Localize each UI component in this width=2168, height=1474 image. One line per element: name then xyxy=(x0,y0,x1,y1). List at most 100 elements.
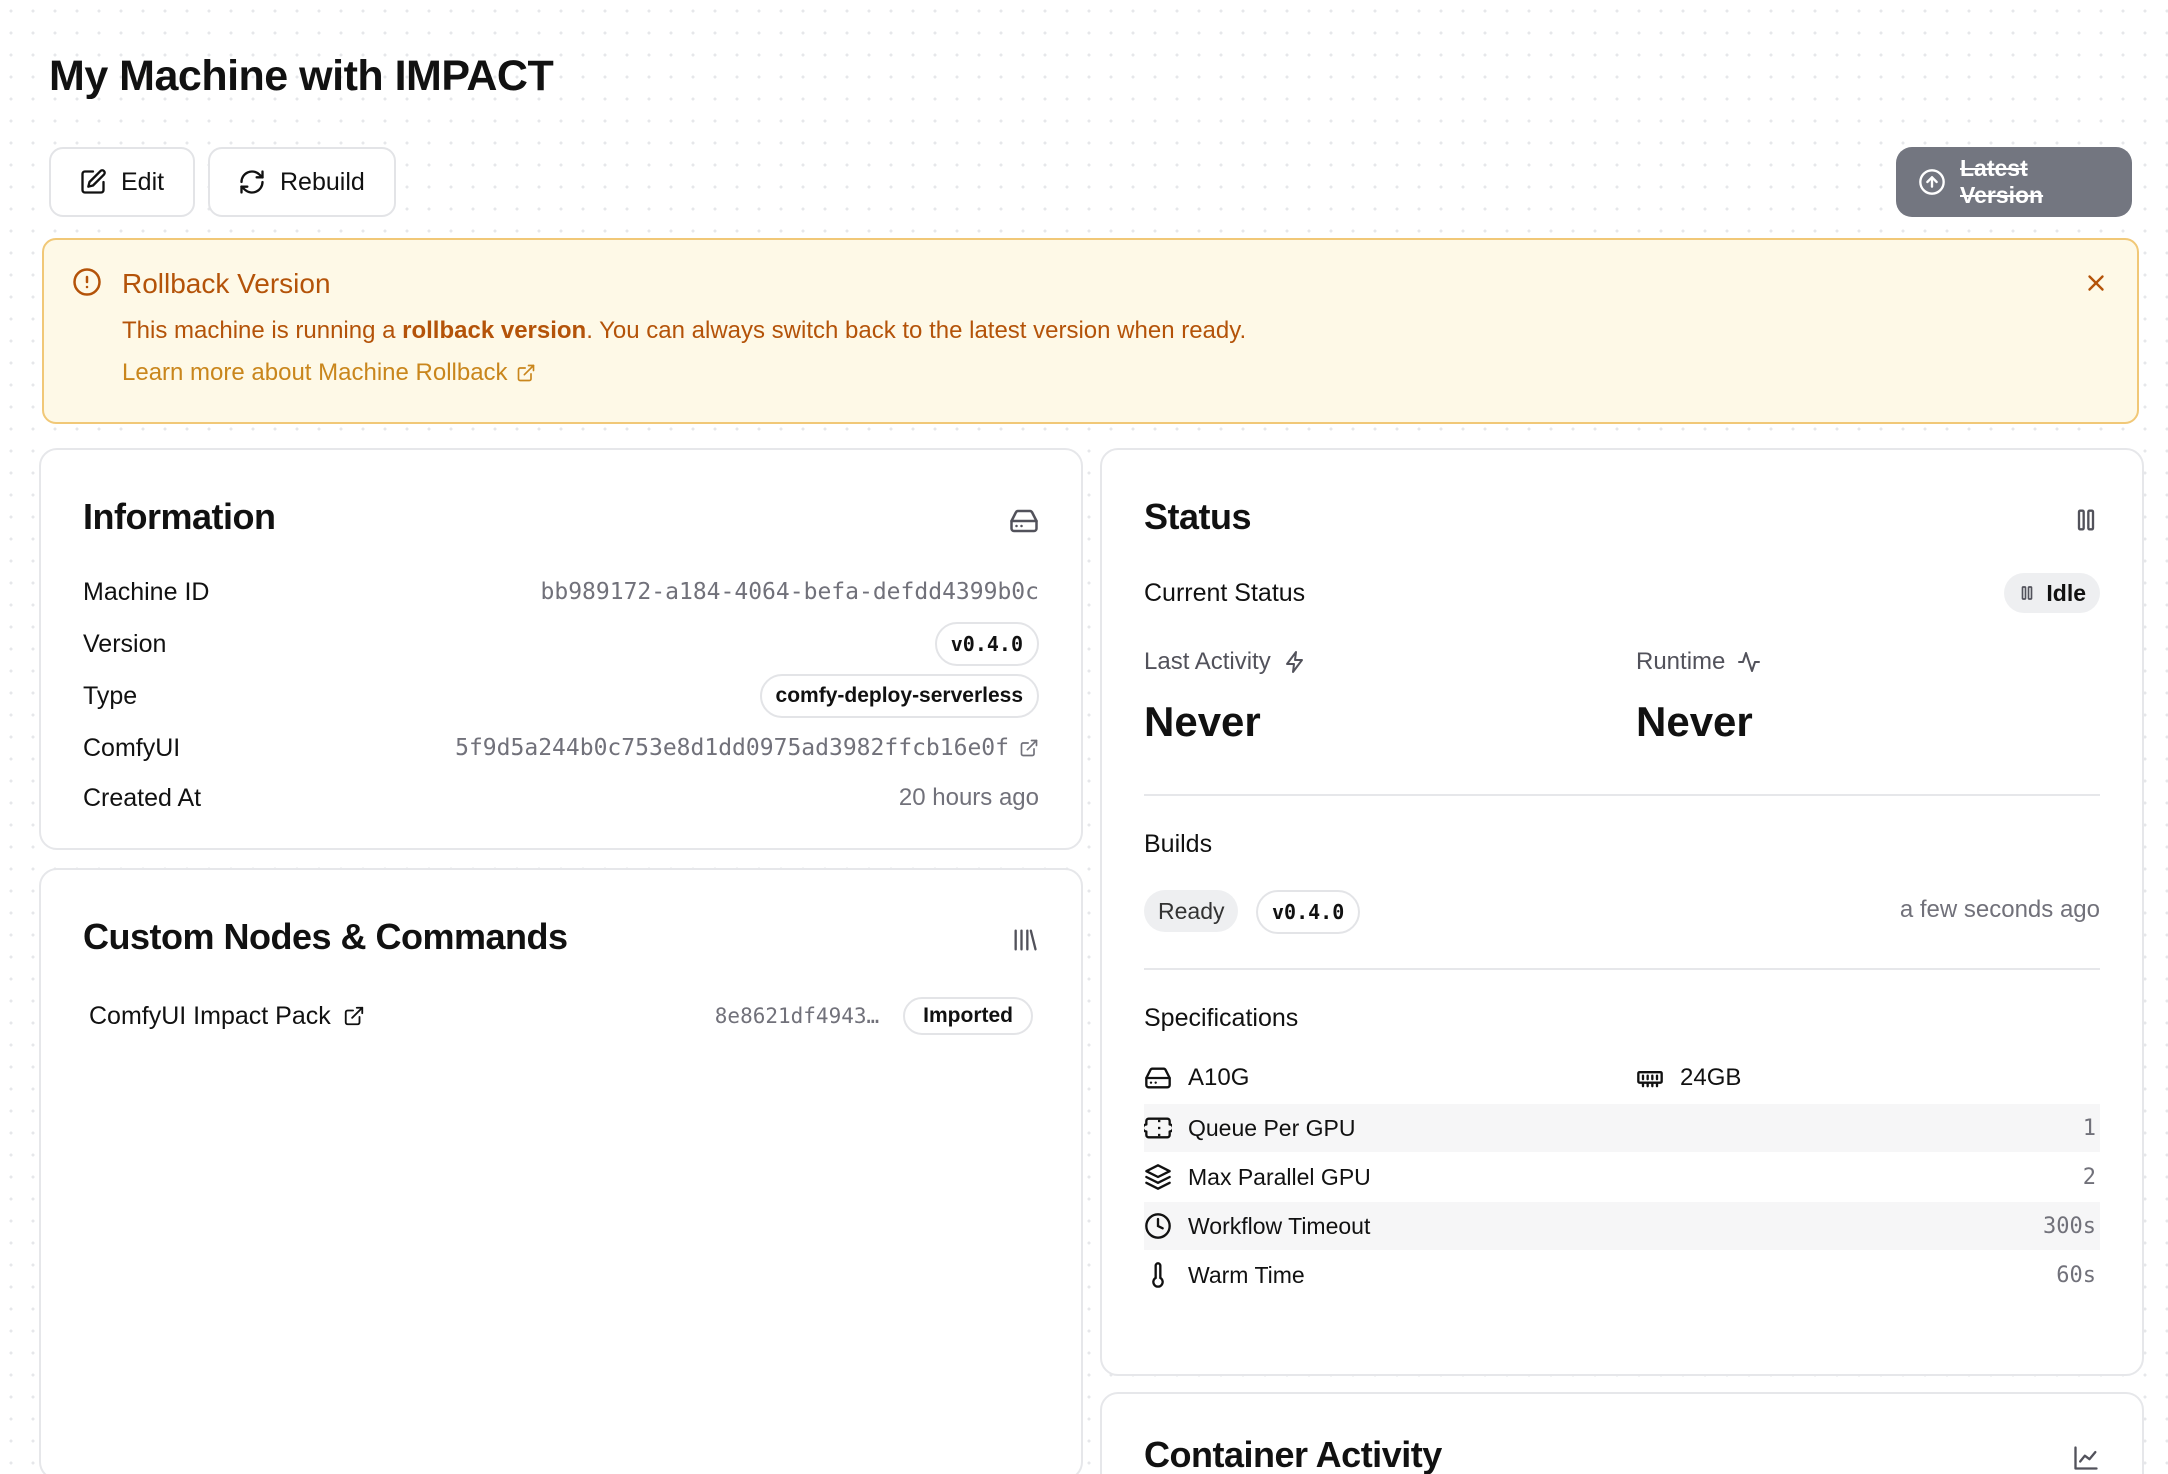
banner-title: Rollback Version xyxy=(122,268,331,299)
status-badge: Idle xyxy=(2004,573,2100,613)
banner-text-suffix: . You can always switch back to the late… xyxy=(586,317,1247,344)
hard-drive-icon xyxy=(1009,506,1039,536)
build-status-badge: Ready xyxy=(1144,890,1239,932)
version-badge: v0.4.0 xyxy=(934,622,1039,666)
version-label: Version xyxy=(83,629,167,658)
information-title: Information xyxy=(83,496,276,537)
gpu-memory-row: A10G 24GB xyxy=(1144,1058,2100,1098)
custom-node-hash: 8e8621df4943… xyxy=(714,1004,880,1028)
runtime-label-text: Runtime xyxy=(1636,648,1726,675)
current-status-row: Current Status Idle xyxy=(1144,572,2100,614)
banner-text-prefix: This machine is running a xyxy=(122,317,403,344)
last-activity-label-text: Last Activity xyxy=(1144,648,1271,675)
thermometer-icon xyxy=(1144,1261,1172,1289)
information-card: Information Machine ID bb989172-a184-406… xyxy=(39,448,1083,850)
build-version-badge: v0.4.0 xyxy=(1256,890,1361,934)
type-label: Type xyxy=(83,681,138,710)
machine-id-label: Machine ID xyxy=(83,577,210,606)
workflow-timeout-row: Workflow Timeout 300s xyxy=(1144,1202,2100,1250)
status-title: Status xyxy=(1144,496,1252,537)
banner-text-bold: rollback version xyxy=(402,317,587,344)
warm-time-label: Warm Time xyxy=(1188,1261,1305,1288)
layers-icon xyxy=(1144,1163,1172,1191)
container-activity-title: Container Activity xyxy=(1144,1434,1442,1474)
rollback-link-label: Learn more about Machine Rollback xyxy=(122,359,508,386)
builds-label: Builds xyxy=(1144,830,1213,858)
created-at-row: Created At 20 hours ago xyxy=(83,778,1039,818)
rollback-banner: Rollback Version This machine is running… xyxy=(42,238,2139,424)
custom-node-name: ComfyUI Impact Pack xyxy=(89,1001,331,1030)
refresh-icon xyxy=(238,168,266,196)
gpu-value: A10G xyxy=(1188,1064,1250,1091)
divider xyxy=(1144,794,2100,796)
latest-version-label: Latest Version xyxy=(1960,155,2044,208)
ticket-icon xyxy=(1144,1114,1172,1142)
runtime-value: Never xyxy=(1636,698,1753,745)
memory-stick-icon xyxy=(1636,1064,1664,1092)
runtime-label: Runtime xyxy=(1636,648,1761,676)
machine-id-row: Machine ID bb989172-a184-4064-befa-defdd… xyxy=(83,572,1039,612)
latest-version-button[interactable]: Latest Version xyxy=(1896,147,2132,217)
zap-icon xyxy=(1283,650,1307,674)
queue-per-gpu-row: Queue Per GPU 1 xyxy=(1144,1104,2100,1152)
type-row: Type comfy-deploy-serverless xyxy=(83,674,1039,718)
banner-text: This machine is running a rollback versi… xyxy=(122,317,1246,345)
max-parallel-gpu-label-wrap: Max Parallel GPU xyxy=(1144,1163,1371,1191)
comfyui-commit-link[interactable]: 5f9d5a244b0c753e8d1dd0975ad3982ffcb16e0f xyxy=(455,735,1039,761)
queue-per-gpu-label: Queue Per GPU xyxy=(1188,1114,1356,1141)
specifications-label: Specifications xyxy=(1144,1004,1299,1032)
external-link-icon xyxy=(516,363,536,383)
page-title: My Machine with IMPACT xyxy=(49,52,554,100)
comfyui-commit-value: 5f9d5a244b0c753e8d1dd0975ad3982ffcb16e0f xyxy=(455,735,1009,761)
warm-time-row: Warm Time 60s xyxy=(1144,1251,2100,1299)
rebuild-button[interactable]: Rebuild xyxy=(208,147,396,217)
gpu-spec: A10G xyxy=(1144,1064,1636,1092)
current-status-label: Current Status xyxy=(1144,578,1306,607)
edit-button-label: Edit xyxy=(121,167,165,196)
custom-nodes-card: Custom Nodes & Commands ComfyUI Impact P… xyxy=(39,868,1083,1474)
max-parallel-gpu-value: 2 xyxy=(2082,1164,2096,1190)
external-link-icon xyxy=(343,1005,365,1027)
custom-node-status-badge: Imported xyxy=(903,997,1033,1035)
status-badge-label: Idle xyxy=(2046,579,2086,606)
comfyui-label: ComfyUI xyxy=(83,733,181,762)
rollback-learn-more-link[interactable]: Learn more about Machine Rollback xyxy=(122,359,536,387)
custom-nodes-title: Custom Nodes & Commands xyxy=(83,916,568,957)
build-time: a few seconds ago xyxy=(1899,896,2100,923)
workflow-timeout-value: 300s xyxy=(2043,1213,2096,1239)
memory-spec: 24GB xyxy=(1636,1064,1741,1092)
circle-arrow-up-icon xyxy=(1918,168,1946,196)
comfyui-row: ComfyUI 5f9d5a244b0c753e8d1dd0975ad3982f… xyxy=(83,728,1039,768)
close-icon[interactable] xyxy=(2083,270,2109,296)
max-parallel-gpu-label: Max Parallel GPU xyxy=(1188,1163,1371,1190)
activity-icon xyxy=(1737,650,1761,674)
clock-icon xyxy=(1144,1212,1172,1240)
warm-time-value: 60s xyxy=(2056,1262,2096,1288)
status-card: Status Current Status Idle Last Activity… xyxy=(1100,448,2144,1376)
memory-value: 24GB xyxy=(1680,1064,1742,1091)
line-chart-icon xyxy=(2072,1444,2100,1472)
list-item: ComfyUI Impact Pack 8e8621df4943… Import… xyxy=(89,996,1033,1036)
queue-per-gpu-label-wrap: Queue Per GPU xyxy=(1144,1114,1355,1142)
warm-time-label-wrap: Warm Time xyxy=(1144,1261,1305,1289)
rebuild-button-label: Rebuild xyxy=(280,167,365,196)
type-badge: comfy-deploy-serverless xyxy=(759,674,1039,718)
container-activity-card: Container Activity xyxy=(1100,1392,2144,1474)
edit-icon xyxy=(79,168,107,196)
queue-per-gpu-value: 1 xyxy=(2082,1115,2096,1141)
custom-node-link[interactable]: ComfyUI Impact Pack xyxy=(89,1002,365,1031)
divider xyxy=(1144,968,2100,970)
workflow-timeout-label-wrap: Workflow Timeout xyxy=(1144,1212,1370,1240)
created-at-value: 20 hours ago xyxy=(898,784,1039,811)
pause-icon xyxy=(2018,584,2036,602)
max-parallel-gpu-row: Max Parallel GPU 2 xyxy=(1144,1153,2100,1201)
last-activity-label: Last Activity xyxy=(1144,648,1307,676)
workflow-timeout-label: Workflow Timeout xyxy=(1188,1212,1371,1239)
library-icon xyxy=(1011,926,1039,954)
last-activity-value: Never xyxy=(1144,698,1261,745)
external-link-icon xyxy=(1019,738,1039,758)
edit-button[interactable]: Edit xyxy=(49,147,195,217)
version-row: Version v0.4.0 xyxy=(83,622,1039,666)
hard-drive-icon xyxy=(1144,1064,1172,1092)
created-at-label: Created At xyxy=(83,783,202,812)
